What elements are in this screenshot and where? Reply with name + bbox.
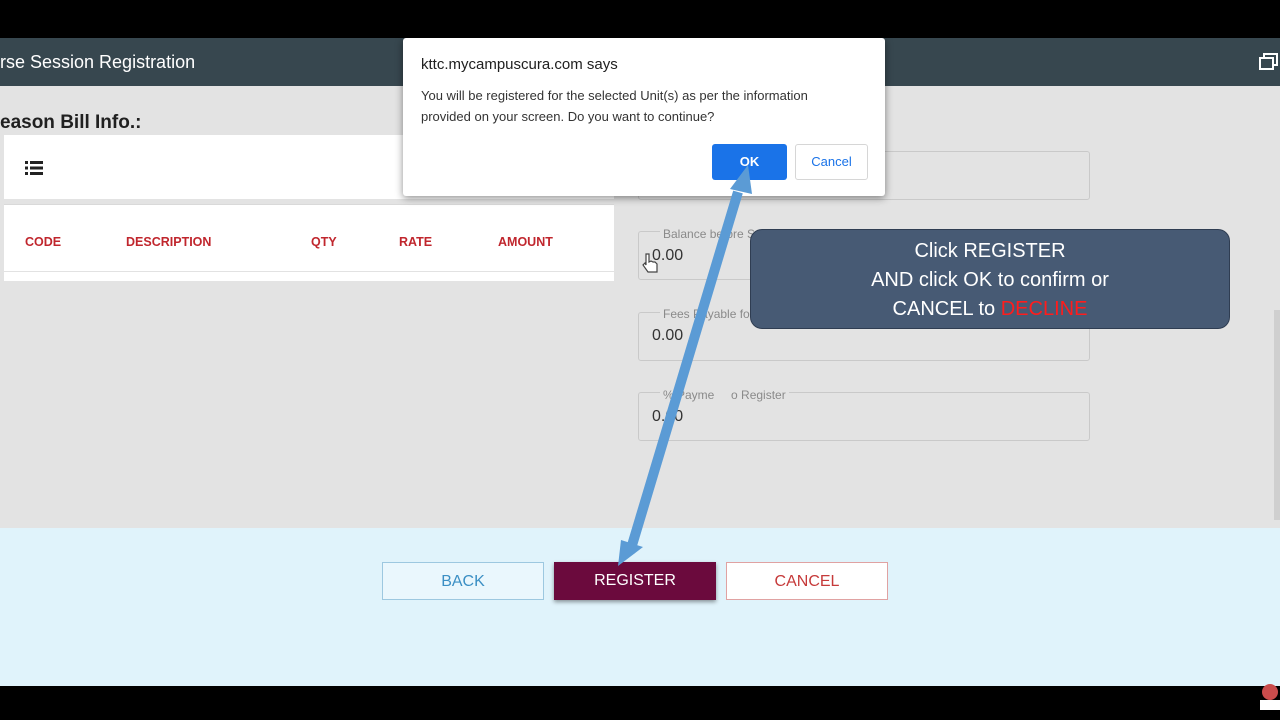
top-letterbox [0,0,1280,35]
scrollbar[interactable] [1274,310,1280,520]
column-header-rate[interactable]: RATE [399,235,432,249]
instruction-callout: Click REGISTER AND click OK to confirm o… [750,229,1230,329]
back-button[interactable]: BACK [382,562,544,600]
dialog-title: kttc.mycampuscura.com says [421,56,618,73]
fees-payable-value: 0.00 [652,327,684,344]
balance-before-label: Balance before S [660,227,759,241]
bottom-letterbox [0,686,1280,720]
column-header-qty[interactable]: QTY [311,235,337,249]
callout-line-3-prefix: CANCEL to [892,298,1001,320]
dialog-message: You will be registered for the selected … [421,88,808,124]
dialog-cancel-button[interactable]: Cancel [795,144,868,180]
hand-cursor-icon [642,253,658,273]
restore-window-icon[interactable] [1258,52,1280,72]
table-divider [4,271,614,272]
column-header-description[interactable]: DESCRIPTION [126,235,211,249]
cancel-button[interactable]: CANCEL [726,562,888,600]
callout-line-2: AND click OK to confirm or [871,269,1109,291]
callout-line-3: CANCEL to DECLINE [751,295,1229,324]
dialog-ok-button[interactable]: OK [712,144,787,180]
payment-to-register-label: % Payme o Register [660,388,789,402]
page-title: rse Session Registration [0,52,196,72]
footer-bar [0,528,1280,686]
fees-payable-label: Fees Payable fo [660,307,753,321]
column-header-amount[interactable]: AMOUNT [498,235,553,249]
list-icon[interactable] [24,160,44,176]
channel-logo-icon [1260,684,1280,710]
payment-to-register-value: 0.00 [652,408,684,425]
register-button[interactable]: REGISTER [554,562,716,600]
callout-line-1: Click REGISTER [914,240,1066,262]
callout-decline-text: DECLINE [1000,298,1088,320]
section-title: eason Bill Info.: [0,112,142,133]
column-header-code[interactable]: CODE [25,235,61,249]
